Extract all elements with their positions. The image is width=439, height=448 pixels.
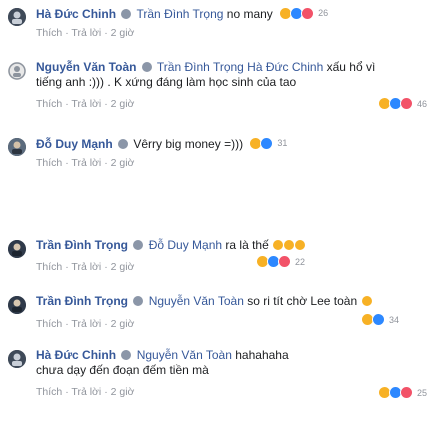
- sweat-emoji-icon: [361, 296, 372, 306]
- reaction-count: 46: [416, 98, 427, 109]
- verified-icon: [133, 240, 144, 250]
- reply-link[interactable]: Trả lời: [71, 386, 101, 398]
- reaction-count: 31: [277, 138, 288, 148]
- comment-tag[interactable]: Trần Đình Trọng Hà Đức Chinh: [157, 60, 323, 74]
- reply-link[interactable]: Trả lời: [71, 157, 101, 169]
- reactions[interactable]: 34: [360, 313, 399, 326]
- reactions[interactable]: 46: [377, 97, 427, 110]
- reactions[interactable]: 31: [249, 136, 287, 151]
- love-icon: [399, 97, 413, 110]
- comment-author[interactable]: Đỗ Duy Mạnh: [36, 137, 113, 151]
- like-link[interactable]: Thích: [36, 261, 62, 273]
- reply-link[interactable]: Trả lời: [71, 98, 101, 110]
- laughing-emoji-icon: [295, 240, 306, 250]
- reply-link[interactable]: Trả lời: [71, 27, 101, 39]
- comment-text: ra là thế: [225, 238, 269, 252]
- comment-tag[interactable]: Nguyễn Văn Toàn: [137, 348, 232, 362]
- love-icon: [301, 7, 315, 20]
- comment-tag[interactable]: Trần Đình Trọng: [137, 7, 224, 21]
- like-link[interactable]: Thích: [36, 318, 62, 330]
- comment-author[interactable]: Hà Đức Chinh: [36, 348, 116, 362]
- verified-icon: [141, 62, 152, 72]
- like-link[interactable]: Thích: [36, 386, 62, 398]
- verified-icon: [121, 350, 132, 360]
- reaction-count: 34: [388, 314, 399, 325]
- avatar[interactable]: [8, 8, 26, 26]
- reply-link[interactable]: Trả lời: [71, 318, 101, 330]
- reactions[interactable]: 22: [256, 255, 305, 268]
- comment-text: no many: [226, 7, 273, 21]
- like-link[interactable]: Thích: [36, 27, 62, 39]
- timestamp[interactable]: 2 giờ: [111, 27, 135, 39]
- comment-tag[interactable]: Đỗ Duy Mạnh: [149, 238, 222, 252]
- reaction-count: 22: [295, 256, 306, 267]
- timestamp[interactable]: 2 giờ: [111, 157, 135, 169]
- like-icon: [260, 137, 274, 150]
- comment-tag[interactable]: Nguyễn Văn Toàn: [149, 294, 244, 308]
- laughing-emoji-icon: [284, 240, 295, 250]
- timestamp[interactable]: 2 giờ: [111, 261, 135, 273]
- avatar[interactable]: [8, 138, 26, 156]
- timestamp[interactable]: 2 giờ: [111, 318, 135, 330]
- comment-author[interactable]: Trần Đình Trọng: [36, 294, 128, 308]
- laughing-emoji-icon: [273, 240, 284, 250]
- timestamp[interactable]: 2 giờ: [111, 98, 135, 110]
- like-icon: [371, 313, 385, 326]
- like-link[interactable]: Thích: [36, 157, 62, 169]
- love-icon: [399, 386, 413, 399]
- comment-author[interactable]: Trần Đình Trọng: [36, 238, 128, 252]
- comment-text: so ri tít chờ Lee toàn: [247, 294, 358, 308]
- reply-link[interactable]: Trả lời: [71, 261, 101, 273]
- love-icon: [278, 255, 291, 268]
- avatar[interactable]: [8, 296, 26, 314]
- reaction-count: 26: [318, 8, 329, 18]
- timestamp[interactable]: 2 giờ: [111, 386, 135, 398]
- comment-author[interactable]: Nguyễn Văn Toàn: [36, 60, 136, 74]
- verified-icon: [121, 9, 132, 19]
- reaction-count: 25: [416, 387, 427, 398]
- verified-icon: [133, 296, 144, 306]
- avatar[interactable]: [8, 240, 26, 258]
- verified-icon: [118, 139, 129, 149]
- comment-author[interactable]: Hà Đức Chinh: [36, 7, 116, 21]
- comment-text: Vêrry big money =))): [133, 137, 244, 151]
- like-link[interactable]: Thích: [36, 98, 62, 110]
- reactions[interactable]: 25: [377, 386, 427, 399]
- avatar[interactable]: [8, 350, 26, 368]
- reactions[interactable]: 26: [279, 6, 328, 21]
- avatar[interactable]: [8, 62, 26, 80]
